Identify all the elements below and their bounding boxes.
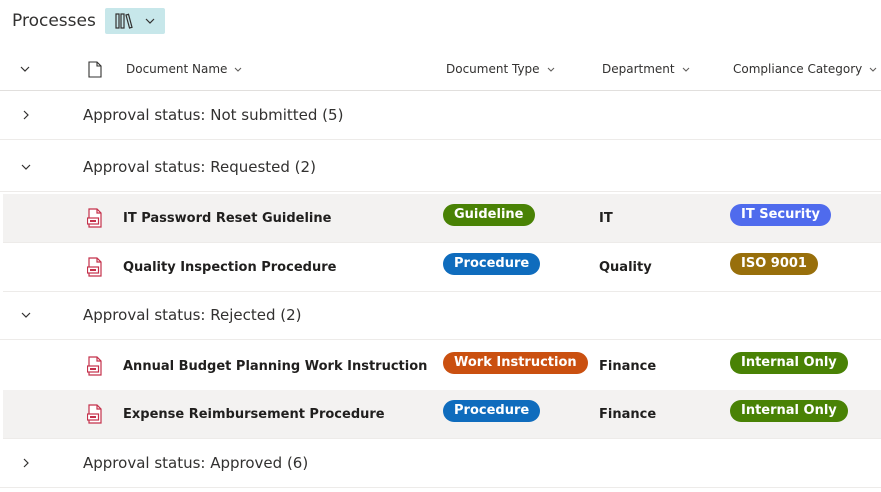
- compliance-category-badge: Internal Only: [730, 352, 848, 374]
- group-header-requested[interactable]: Approval status: Requested (2): [0, 143, 881, 192]
- chevron-down-icon: [145, 18, 155, 24]
- group-label: Approval status: Requested (2): [83, 158, 316, 176]
- view-switcher-button[interactable]: [104, 8, 165, 34]
- column-header-label: Compliance Category: [733, 62, 863, 76]
- table-row[interactable]: IT Password Reset Guideline Guideline IT…: [3, 194, 881, 243]
- chevron-down-icon[interactable]: [20, 161, 32, 173]
- group-label: Approval status: Rejected (2): [83, 306, 302, 324]
- collapse-all-button[interactable]: [20, 48, 30, 90]
- title-bar: Processes: [12, 8, 165, 34]
- chevron-down-icon: [547, 67, 554, 72]
- chevron-right-icon[interactable]: [20, 109, 32, 121]
- table-row[interactable]: Expense Reimbursement Procedure Procedur…: [3, 390, 881, 439]
- chevron-right-icon[interactable]: [20, 457, 32, 469]
- table-row[interactable]: Annual Budget Planning Work Instruction …: [3, 342, 881, 391]
- document-type-badge: Guideline: [443, 204, 535, 226]
- department-value: Quality: [599, 259, 652, 275]
- chevron-down-icon: [869, 67, 877, 72]
- group-header-rejected[interactable]: Approval status: Rejected (2): [0, 291, 881, 340]
- column-header-label: Document Name: [126, 62, 228, 76]
- pdf-file-icon: [87, 208, 102, 228]
- document-name-link[interactable]: IT Password Reset Guideline: [123, 194, 331, 242]
- compliance-category-badge: IT Security: [730, 204, 831, 226]
- department-value: Finance: [599, 358, 657, 374]
- compliance-category-badge: Internal Only: [730, 400, 848, 422]
- chevron-down-icon[interactable]: [20, 309, 32, 321]
- document-name-link[interactable]: Expense Reimbursement Procedure: [123, 390, 385, 438]
- group-label: Approval status: Not submitted (5): [83, 106, 344, 124]
- chevron-down-icon: [235, 67, 242, 72]
- compliance-category-badge: ISO 9001: [730, 253, 818, 275]
- column-header-label: Document Type: [446, 62, 540, 76]
- chevron-down-icon: [682, 67, 690, 72]
- table-row[interactable]: Quality Inspection Procedure Procedure Q…: [3, 243, 881, 292]
- group-header-not-submitted[interactable]: Approval status: Not submitted (5): [0, 91, 881, 140]
- document-icon: [88, 60, 102, 78]
- column-header-label: Department: [602, 62, 675, 76]
- pdf-file-icon: [87, 257, 102, 277]
- document-type-badge: Procedure: [443, 253, 541, 275]
- chevron-down-icon: [20, 66, 30, 72]
- department-value: IT: [599, 210, 613, 226]
- page-title: Processes: [12, 11, 96, 31]
- column-header-compliance-category[interactable]: Compliance Category: [733, 48, 877, 90]
- document-type-badge: Procedure: [443, 400, 541, 422]
- column-header-document-type[interactable]: Document Type: [446, 48, 555, 90]
- document-name-link[interactable]: Quality Inspection Procedure: [123, 243, 336, 291]
- group-header-approved[interactable]: Approval status: Approved (6): [0, 439, 881, 488]
- column-header-document-name[interactable]: Document Name: [126, 48, 242, 90]
- document-name-link[interactable]: Annual Budget Planning Work Instruction: [123, 342, 427, 390]
- pdf-file-icon: [87, 356, 102, 376]
- document-type-badge: Work Instruction: [443, 352, 588, 374]
- column-header-department[interactable]: Department: [602, 48, 690, 90]
- department-value: Finance: [599, 406, 657, 422]
- pdf-file-icon: [87, 404, 102, 424]
- column-header-row: Document Name Document Type Department C…: [0, 48, 881, 91]
- library-icon: [115, 13, 133, 29]
- group-label: Approval status: Approved (6): [83, 454, 309, 472]
- file-type-column-header[interactable]: [88, 48, 102, 90]
